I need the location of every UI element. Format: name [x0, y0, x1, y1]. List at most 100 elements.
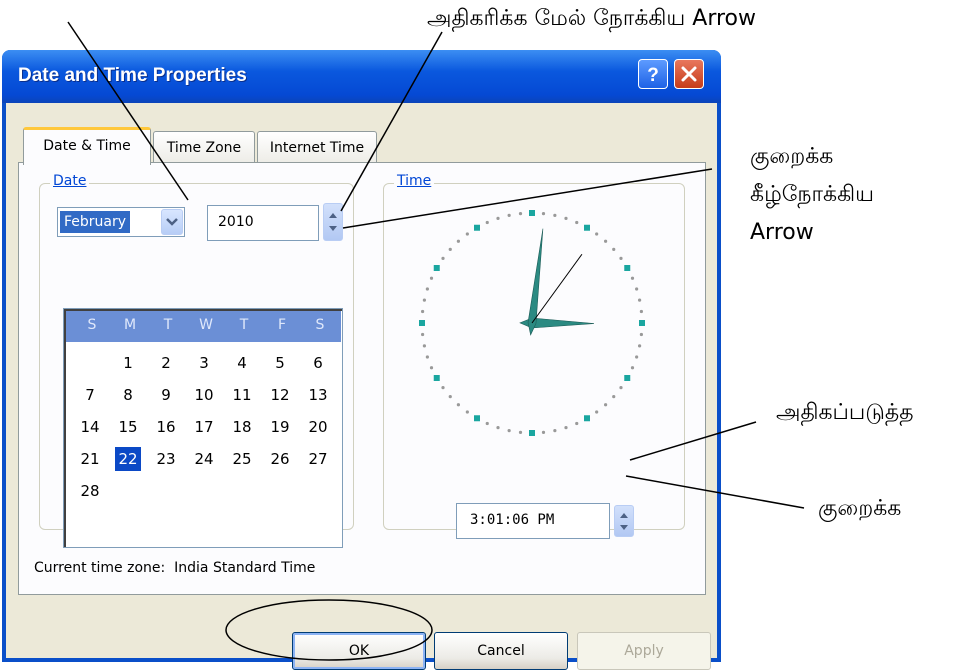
month-value: February	[60, 211, 131, 233]
month-calendar[interactable]: SMTWTFS 1 2 3 4 5 6 7 8 9 10 11 12 13 14 15 16 17 18 19 20 2…	[63, 308, 343, 548]
title-bar[interactable]: Date and Time Properties ?	[2, 50, 721, 103]
clock-minute-dot	[595, 232, 599, 236]
clock-hour-marker	[433, 265, 440, 271]
question-icon: ?	[647, 65, 659, 86]
weekday-label: T	[239, 317, 249, 333]
month-dropdown[interactable]: February	[57, 207, 185, 237]
clock-minute-dot	[635, 355, 639, 359]
cancel-button[interactable]: Cancel	[434, 632, 568, 670]
calendar-day[interactable]: 12	[267, 383, 293, 407]
clock-minute-dot	[421, 332, 425, 337]
time-field[interactable]: 3:01:06 PM	[456, 503, 610, 539]
tab-date-time[interactable]: Date & Time	[23, 127, 151, 165]
calendar-day[interactable]: 28	[77, 479, 103, 503]
clock-minute-dot	[612, 395, 616, 399]
clock-hour-marker	[639, 320, 645, 326]
clock-minute-dot	[465, 410, 469, 414]
weekday-label: M	[123, 317, 137, 333]
window-title: Date and Time Properties	[18, 65, 247, 86]
calendar-day[interactable]: 7	[77, 383, 103, 407]
calendar-day[interactable]: 27	[305, 447, 331, 471]
weekday-label: F	[277, 317, 287, 333]
clock-minute-dot	[553, 213, 557, 218]
time-value: 3:01:06 PM	[470, 512, 555, 528]
calendar-day[interactable]: 3	[191, 351, 217, 375]
calendar-day-selected[interactable]: 22	[115, 447, 141, 471]
calendar-day[interactable]: 13	[305, 383, 331, 407]
annotation-decrease-arrow-line3: Arrow	[750, 220, 814, 245]
weekday-label: W	[199, 317, 213, 333]
clock-minute-dot	[637, 298, 642, 302]
calendar-day[interactable]: 11	[229, 383, 255, 407]
calendar-day[interactable]: 15	[115, 415, 141, 439]
close-button[interactable]	[674, 59, 704, 89]
clock-minute-dot	[448, 247, 452, 251]
clock-minute-dot	[441, 386, 445, 390]
clock-minute-dot	[456, 403, 460, 407]
calendar-day[interactable]: 2	[153, 351, 179, 375]
calendar-day[interactable]: 6	[305, 351, 331, 375]
year-field[interactable]: 2010	[207, 205, 319, 241]
clock-minute-dot	[425, 355, 429, 359]
clock-minute-dot	[612, 247, 616, 251]
help-button[interactable]: ?	[638, 59, 668, 89]
annotation-time-decrease: குறைக்க	[818, 496, 902, 521]
calendar-day[interactable]: 1	[115, 351, 141, 375]
tab-time-zone[interactable]: Time Zone	[153, 131, 255, 165]
calendar-day[interactable]: 18	[229, 415, 255, 439]
clock-minute-dot	[639, 309, 643, 314]
clock-minute-dot	[619, 386, 623, 390]
ok-button[interactable]: OK	[292, 632, 426, 670]
date-time-dialog: Date and Time Properties ? Date & Time T…	[2, 50, 721, 670]
clock-minute-dot	[564, 426, 568, 430]
clock-minute-dot	[456, 239, 460, 243]
calendar-day[interactable]: 24	[191, 447, 217, 471]
clock-hour-marker	[474, 224, 480, 231]
spin-arrows-icon	[620, 513, 628, 530]
clock-minute-dot	[637, 344, 642, 348]
annotation-decrease-arrow-line2: கீழ்நோக்கிய	[750, 182, 874, 207]
calendar-day[interactable]: 23	[153, 447, 179, 471]
calendar-day[interactable]: 5	[267, 351, 293, 375]
clock-minute-dot	[485, 220, 489, 225]
annotation-time-increase: அதிகப்படுத்த	[776, 400, 914, 425]
clock-minute-dot	[496, 216, 500, 220]
calendar-day[interactable]: 20	[305, 415, 331, 439]
tab-internet-time[interactable]: Internet Time	[257, 131, 377, 165]
clock-minute-dot	[564, 216, 568, 220]
calendar-day[interactable]: 8	[115, 383, 141, 407]
clock-minute-dot	[595, 410, 599, 414]
clock-minute-dot	[630, 276, 635, 280]
time-group-label: Time	[394, 173, 435, 189]
spin-arrows-icon	[329, 213, 337, 231]
calendar-day[interactable]: 25	[229, 447, 255, 471]
calendar-day[interactable]: 19	[267, 415, 293, 439]
calendar-day[interactable]: 4	[229, 351, 255, 375]
time-spinner[interactable]	[614, 505, 634, 537]
calendar-day[interactable]: 10	[191, 383, 217, 407]
clock-minute-dot	[604, 239, 608, 243]
clock-minute-dot	[553, 428, 557, 433]
calendar-day[interactable]: 26	[267, 447, 293, 471]
clock-hour-marker	[433, 375, 440, 381]
clock-hour-marker	[529, 210, 535, 216]
year-value: 2010	[218, 214, 254, 230]
calendar-day[interactable]: 17	[191, 415, 217, 439]
timezone-status: Current time zone: India Standard Time	[34, 560, 316, 576]
calendar-day[interactable]: 14	[77, 415, 103, 439]
month-dropdown-button[interactable]	[161, 209, 183, 235]
clock-minute-dot	[507, 428, 511, 433]
clock-minute-dot	[465, 232, 469, 236]
year-spinner[interactable]	[323, 203, 343, 241]
clock-minute-dot	[507, 213, 511, 218]
clock-hour-marker	[584, 224, 590, 231]
calendar-day[interactable]: 21	[77, 447, 103, 471]
calendar-day[interactable]: 9	[153, 383, 179, 407]
calendar-day[interactable]: 16	[153, 415, 179, 439]
chevron-down-icon	[166, 218, 178, 226]
weekday-label: T	[163, 317, 173, 333]
clock-hour-marker	[584, 415, 590, 422]
clock-minute-dot	[639, 332, 643, 337]
clock-minute-dot	[619, 256, 623, 260]
svg-text:?: ?	[647, 65, 659, 86]
